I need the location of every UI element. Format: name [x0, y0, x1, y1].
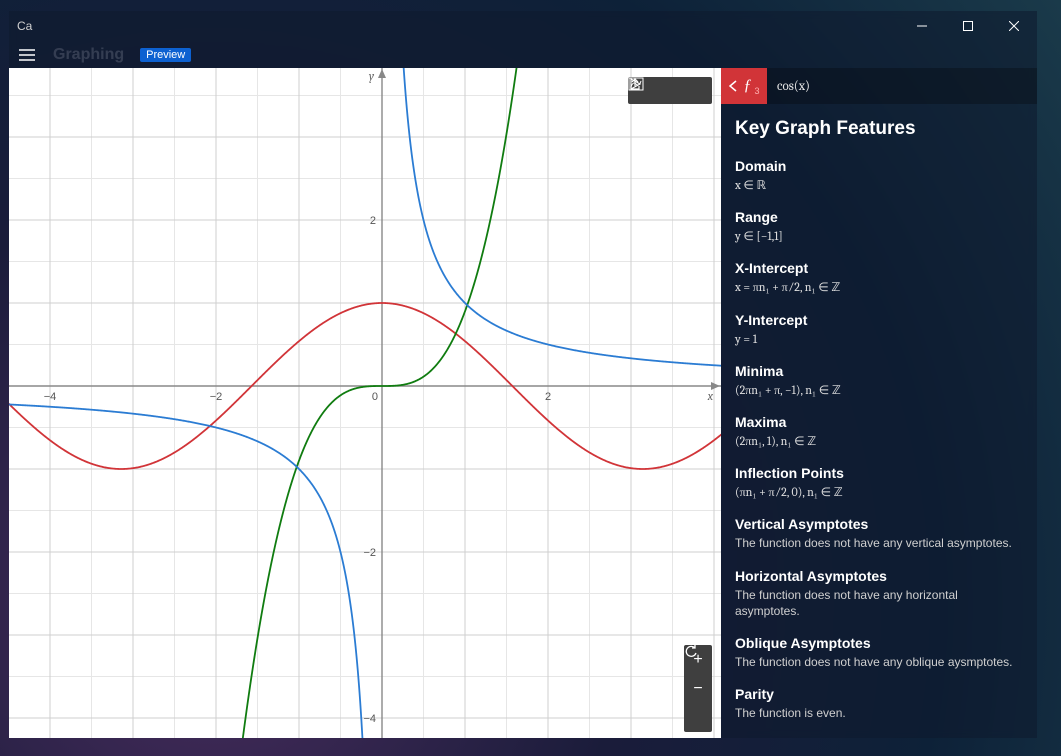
feature-inflection[interactable]: Inflection Points (πn₁ + π⁄2, 0), n₁ ∈ ℤ: [735, 465, 1023, 500]
close-button[interactable]: [991, 11, 1037, 41]
feature-value: y = 1: [735, 331, 1023, 347]
feature-value: x = πn₁ + π⁄2, n₁ ∈ ℤ: [735, 279, 1023, 295]
svg-text:−4: −4: [44, 391, 57, 403]
feature-label: Maxima: [735, 414, 1023, 430]
svg-text:−2: −2: [210, 391, 223, 403]
feature-description: The function is even.: [735, 705, 1023, 721]
back-arrow-icon: [728, 80, 740, 92]
function-expression: cos(x): [767, 79, 810, 94]
feature-label: Horizontal Asymptotes: [735, 568, 1023, 584]
content-area: x y −4 −2 0 2 −4 −2 2 + − ƒ3 cos(x): [9, 68, 1037, 738]
feature-label: Period: [735, 737, 1023, 738]
svg-text:2: 2: [545, 391, 551, 403]
feature-label: Vertical Asymptotes: [735, 516, 1023, 532]
calculator-window: Ca Graphing Preview x y −4 −2 0 2 −4 −2 2 + −: [9, 11, 1037, 738]
feature-value: x ∈ ℝ: [735, 177, 1023, 193]
maximize-button[interactable]: [945, 11, 991, 41]
feature-description: The function does not have any horizonta…: [735, 587, 1023, 619]
function-subscript: 3: [754, 86, 759, 96]
graph-options-button[interactable]: [684, 77, 712, 104]
feature-label: Range: [735, 209, 1023, 225]
zoom-reset-button[interactable]: [684, 703, 712, 732]
feature-value: y ∈ [−1,1]: [735, 228, 1023, 244]
feature-minima[interactable]: Minima (2πn₁ + π, −1), n₁ ∈ ℤ: [735, 363, 1023, 398]
feature-vertical-asymptotes[interactable]: Vertical Asymptotes The function does no…: [735, 516, 1023, 551]
graph-pane[interactable]: x y −4 −2 0 2 −4 −2 2 + −: [9, 68, 721, 738]
feature-maxima[interactable]: Maxima (2πn₁, 1), n₁ ∈ ℤ: [735, 414, 1023, 449]
feature-description: The function does not have any oblique a…: [735, 654, 1023, 670]
feature-label: Oblique Asymptotes: [735, 635, 1023, 651]
graph-canvas[interactable]: x y −4 −2 0 2 −4 −2 2: [9, 68, 721, 738]
feature-label: Inflection Points: [735, 465, 1023, 481]
titlebar: Ca: [9, 11, 1037, 41]
svg-text:2: 2: [370, 215, 376, 227]
key-graph-features-pane: ƒ3 cos(x) Key Graph Features Domain x ∈ …: [721, 68, 1037, 738]
feature-parity[interactable]: Parity The function is even.: [735, 686, 1023, 721]
feature-horizontal-asymptotes[interactable]: Horizontal Asymptotes The function does …: [735, 568, 1023, 619]
share-button[interactable]: [656, 77, 684, 104]
feature-range[interactable]: Range y ∈ [−1,1]: [735, 209, 1023, 244]
feature-value: (πn₁ + π⁄2, 0), n₁ ∈ ℤ: [735, 484, 1023, 500]
feature-label: Parity: [735, 686, 1023, 702]
feature-description: The function does not have any vertical …: [735, 535, 1023, 551]
zoom-out-button[interactable]: −: [684, 674, 712, 703]
window-title: Ca: [17, 19, 32, 33]
app-toolbar: Graphing Preview: [9, 41, 1037, 68]
svg-text:x: x: [707, 389, 714, 403]
function-back-button[interactable]: ƒ3: [721, 68, 767, 104]
graph-toolbar: [628, 77, 712, 104]
function-bar: ƒ3 cos(x): [721, 68, 1037, 104]
svg-text:0: 0: [372, 391, 378, 403]
kgf-heading: Key Graph Features: [735, 118, 1023, 140]
zoom-toolbar: + −: [684, 645, 712, 732]
feature-label: X-Intercept: [735, 260, 1023, 276]
feature-y-intercept[interactable]: Y-Intercept y = 1: [735, 312, 1023, 347]
feature-value: (2πn₁, 1), n₁ ∈ ℤ: [735, 433, 1023, 449]
feature-label: Y-Intercept: [735, 312, 1023, 328]
hamburger-menu-button[interactable]: [15, 43, 39, 67]
svg-text:−4: −4: [363, 713, 376, 725]
svg-text:−2: −2: [363, 547, 376, 559]
preview-badge: Preview: [140, 48, 191, 62]
mode-label: Graphing: [53, 46, 124, 64]
minimize-button[interactable]: [899, 11, 945, 41]
feature-value: (2πn₁ + π, −1), n₁ ∈ ℤ: [735, 382, 1023, 398]
feature-label: Minima: [735, 363, 1023, 379]
svg-text:y: y: [369, 69, 375, 83]
feature-domain[interactable]: Domain x ∈ ℝ: [735, 158, 1023, 193]
feature-oblique-asymptotes[interactable]: Oblique Asymptotes The function does not…: [735, 635, 1023, 670]
feature-period[interactable]: Period 2π: [735, 737, 1023, 738]
feature-x-intercept[interactable]: X-Intercept x = πn₁ + π⁄2, n₁ ∈ ℤ: [735, 260, 1023, 295]
function-symbol: ƒ: [743, 77, 751, 95]
feature-label: Domain: [735, 158, 1023, 174]
window-controls: [899, 11, 1037, 41]
features-scroll[interactable]: Key Graph Features Domain x ∈ ℝ Range y …: [721, 104, 1037, 738]
